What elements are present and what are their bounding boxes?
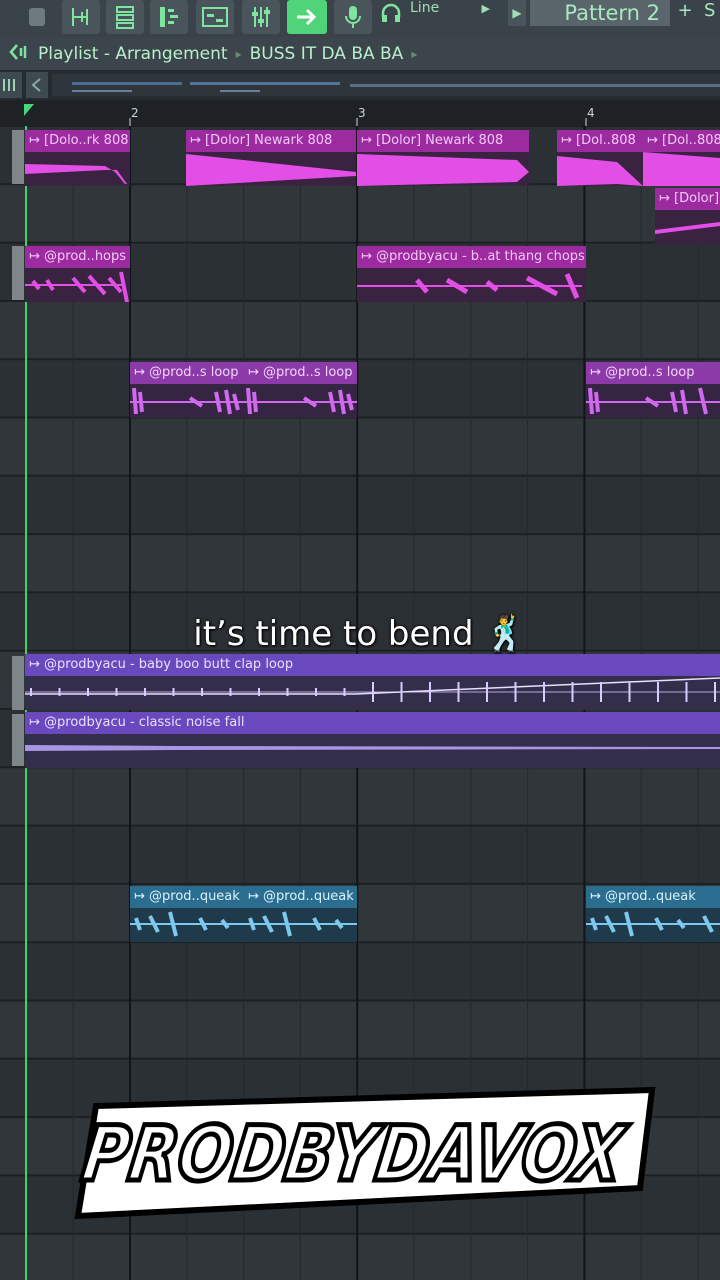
audio-clip[interactable]: ↦ @prod..hops (25, 246, 130, 302)
clip-arrow-icon: ↦ (29, 657, 45, 672)
clip-arrow-icon: ↦ (361, 133, 377, 148)
bar-number: 4 (587, 106, 595, 120)
clip-arrow-icon: ↦ (190, 133, 206, 148)
clip-arrow-icon: ↦ (29, 133, 45, 148)
audio-clip[interactable]: ↦ @prodbyacu - b..at thang chops (357, 246, 586, 302)
snap-icon[interactable] (62, 0, 100, 34)
clip-label: ↦ @prod..hops (25, 246, 130, 268)
timeline-ruler[interactable]: 2 3 4 (0, 100, 720, 126)
prodbydavox-logo: PRODBYDAVOX (0, 1070, 720, 1230)
clip-arrow-icon: ↦ (134, 889, 150, 904)
mixer-icon[interactable] (242, 0, 280, 34)
clip-arrow-icon: ↦ (248, 889, 264, 904)
playlist-icon[interactable] (196, 0, 234, 34)
clip-label: ↦ @prod..queak (586, 886, 720, 908)
clip-arrow-icon: ↦ (647, 133, 663, 148)
clip-arrow-icon: ↦ (590, 365, 606, 380)
audio-clip[interactable]: ↦ [Dolor] Newark 808 (186, 130, 356, 186)
audio-clip[interactable]: ↦ @prod..s loop (130, 362, 244, 418)
clip-label: ↦ [Dolor] Newark 808 (186, 130, 356, 152)
song-name[interactable]: BUSS IT DA BA BA (250, 44, 404, 64)
clip-label: ↦ [Dol..808 (557, 130, 643, 152)
audio-clip[interactable]: ↦ @prod..queak (586, 886, 720, 942)
audio-clip[interactable]: ↦ @prodbyacu - baby boo butt clap loop (25, 654, 720, 710)
clip-label: ↦ @prodbyacu - b..at thang chops (357, 246, 586, 268)
clip-label: ↦ @prodbyacu - classic noise fall (25, 712, 720, 734)
speaker-icon[interactable] (8, 43, 30, 66)
clip-arrow-icon: ↦ (29, 249, 45, 264)
add-pattern-button[interactable]: + (676, 0, 694, 26)
audio-clip[interactable]: ↦ [Dolor] (655, 188, 720, 244)
clip-label: ↦ @prod..queak (244, 886, 357, 908)
breadcrumb-separator: ▸ (235, 47, 242, 61)
clip-label: ↦ @prod..queak (130, 886, 244, 908)
clip-label: ↦ @prod..s loop (130, 362, 244, 384)
window-title: Playlist - Arrangement (38, 44, 228, 64)
channel-rack-icon[interactable] (106, 0, 144, 34)
clip-arrow-icon: ↦ (134, 365, 150, 380)
clip-label: ↦ @prod..s loop (244, 362, 357, 384)
clip-label: ↦ [Dolor] (655, 188, 720, 210)
arrow-right-icon[interactable] (287, 0, 327, 34)
microphone-icon[interactable] (334, 0, 372, 34)
clip-label: ↦ [Dolo..rk 808 (25, 130, 130, 152)
snap-mode-label: Line (410, 0, 440, 16)
audio-clip[interactable]: ↦ [Dolor] Newark 808 (357, 130, 529, 186)
bar-number: 3 (358, 106, 366, 120)
pattern-selector[interactable]: Pattern 2 (530, 0, 670, 26)
clip-label: ↦ [Dol..808 (643, 130, 720, 152)
audio-clip[interactable]: ↦ @prod..queak (244, 886, 357, 942)
audio-clip[interactable]: ↦ [Dolo..rk 808 (25, 130, 130, 186)
playlist-titlebar: Playlist - Arrangement ▸ BUSS IT DA BA B… (0, 38, 720, 70)
toolbar-trailing-label: S (704, 0, 716, 21)
snap-mode-select[interactable]: Line ▶ (406, 0, 494, 22)
arrangement-overview[interactable] (0, 70, 720, 100)
breadcrumb-separator: ▸ (411, 47, 418, 61)
bar-number: 2 (131, 106, 139, 120)
audio-clip[interactable]: ↦ [Dol..808 (643, 130, 720, 186)
clip-arrow-icon: ↦ (659, 191, 675, 206)
clip-arrow-icon: ↦ (248, 365, 264, 380)
chevron-right-icon: ▶ (481, 2, 490, 15)
clip-arrow-icon: ↦ (361, 249, 377, 264)
clip-arrow-icon: ↦ (590, 889, 606, 904)
audio-clip[interactable]: ↦ [Dol..808 (557, 130, 643, 186)
clip-label: ↦ @prod..s loop (586, 362, 720, 384)
clip-arrow-icon: ↦ (29, 715, 45, 730)
headphones-icon[interactable] (380, 2, 402, 24)
toolbar: Line ▶ ▶ Pattern 2 + S (0, 0, 720, 38)
video-caption: it’s time to bend 🕺 (193, 614, 527, 654)
audio-clip[interactable]: ↦ @prod..queak (130, 886, 244, 942)
clip-label: ↦ [Dolor] Newark 808 (357, 130, 529, 152)
audio-clip[interactable]: ↦ @prod..s loop (586, 362, 720, 418)
drum-icon[interactable] (18, 0, 56, 34)
pattern-label: Pattern 2 (564, 1, 660, 25)
piano-roll-icon[interactable] (150, 0, 188, 34)
audio-clip[interactable]: ↦ @prodbyacu - classic noise fall (25, 712, 720, 768)
clip-label: ↦ @prodbyacu - baby boo butt clap loop (25, 654, 720, 676)
play-icon[interactable]: ▶ (508, 0, 526, 26)
clip-arrow-icon: ↦ (561, 133, 577, 148)
audio-clip[interactable]: ↦ @prod..s loop (244, 362, 357, 418)
svg-text:PRODBYDAVOX: PRODBYDAVOX (77, 1110, 632, 1199)
